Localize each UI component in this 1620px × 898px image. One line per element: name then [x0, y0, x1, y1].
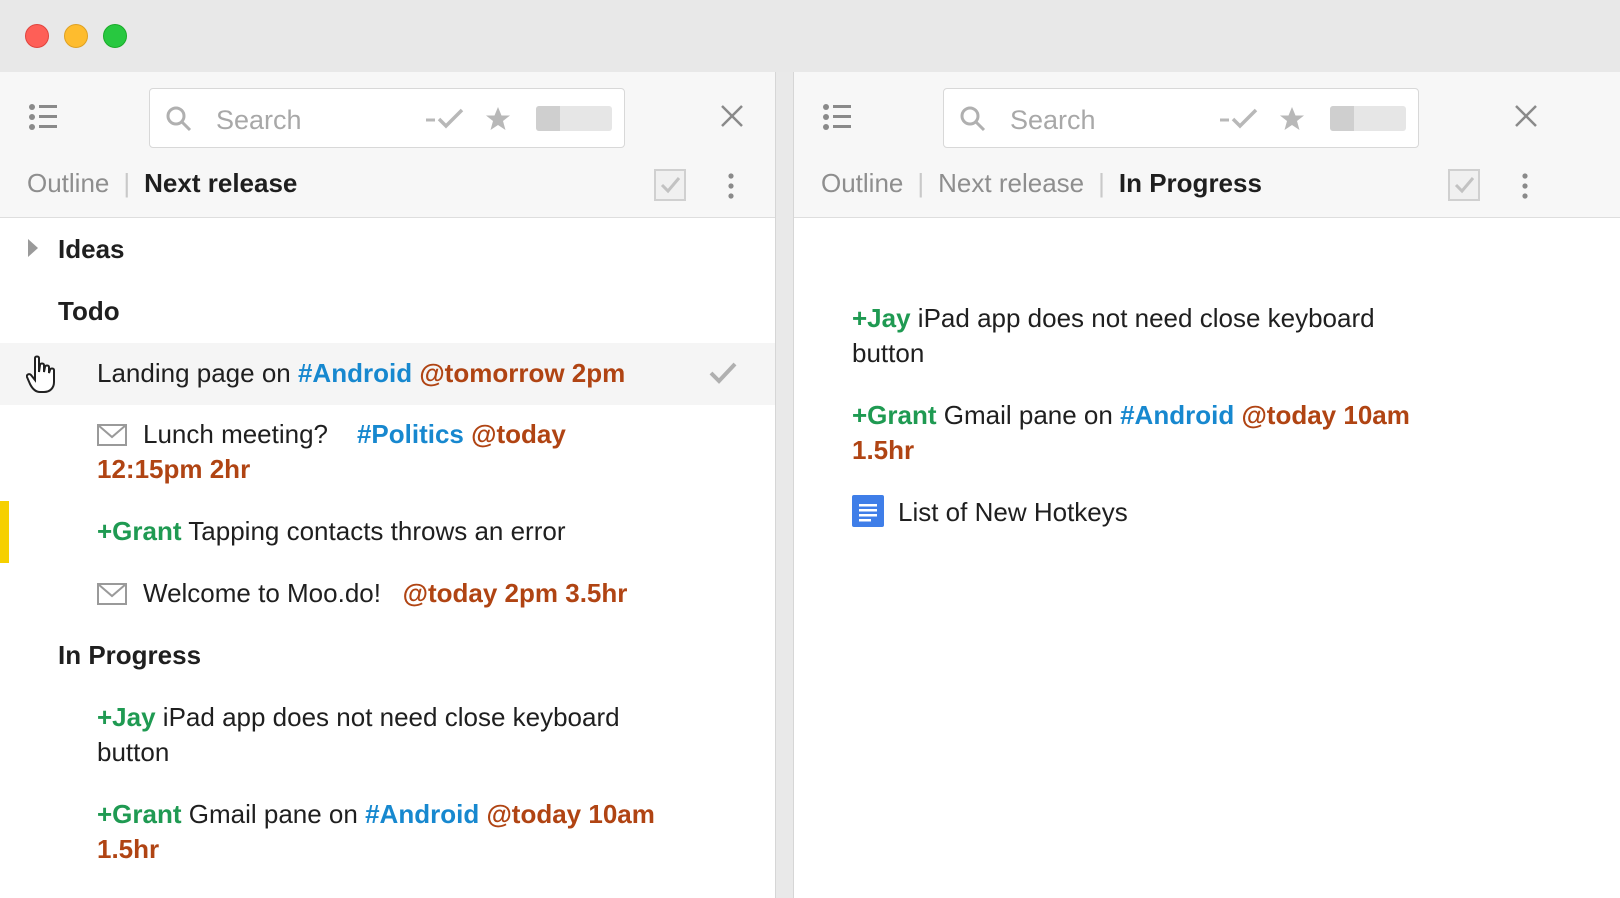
list-item-ideas[interactable]: Ideas: [0, 232, 775, 267]
pane-header: Search Outline | Next release | In Progress: [794, 72, 1620, 218]
date-tag[interactable]: @today: [471, 419, 566, 449]
done-filter-icon[interactable]: [1220, 107, 1260, 131]
expand-arrow-icon[interactable]: [28, 239, 38, 257]
person-tag[interactable]: +Grant: [97, 799, 182, 829]
done-filter-icon[interactable]: [426, 107, 466, 131]
more-icon[interactable]: [1520, 172, 1530, 200]
list-item-grant-tapping[interactable]: +Grant Tapping contacts throws an error: [0, 514, 775, 549]
priority-bar: [0, 501, 9, 563]
breadcrumb-next-release[interactable]: Next release: [938, 168, 1084, 198]
date-tag[interactable]: @today 2pm 3.5hr: [403, 578, 628, 608]
maximize-window-button[interactable]: [103, 24, 127, 48]
list-item-gmail-pane[interactable]: +Grant Gmail pane on #Android @today 10a…: [794, 398, 1620, 470]
close-window-button[interactable]: [25, 24, 49, 48]
title-bar: [0, 0, 1620, 72]
more-icon[interactable]: [726, 172, 736, 200]
list-item-in-progress[interactable]: In Progress: [0, 638, 775, 673]
menu-icon[interactable]: [822, 102, 852, 132]
search-input[interactable]: Search: [216, 105, 302, 136]
right-pane: Search Outline | Next release | In Progress: [793, 72, 1620, 898]
list-item-gmail-pane[interactable]: +Grant Gmail pane on #Android @today 10a…: [0, 797, 775, 869]
pane-header: Search Outline | Next release: [0, 72, 775, 218]
outline-list: +Jay iPad app does not need close keyboa…: [794, 218, 1620, 898]
breadcrumb: Outline | Next release | In Progress: [821, 168, 1262, 198]
document-icon: [852, 495, 884, 527]
outline-list: Ideas Todo Landing page on #Android @tom…: [0, 218, 775, 898]
toggle-switch[interactable]: [536, 106, 612, 131]
checkbox-icon[interactable]: [654, 169, 686, 201]
star-icon[interactable]: [485, 106, 511, 132]
mail-icon: [97, 424, 127, 446]
person-tag[interactable]: +Jay: [97, 702, 156, 732]
person-tag[interactable]: +Grant: [97, 516, 182, 546]
list-item-todo[interactable]: Todo: [0, 294, 775, 329]
checkbox-icon[interactable]: [1448, 169, 1480, 201]
search-box[interactable]: Search: [943, 88, 1419, 148]
hand-cursor-icon: [26, 355, 55, 393]
date-tag[interactable]: 12:15pm 2hr: [97, 452, 250, 487]
toggle-switch[interactable]: [1330, 106, 1406, 131]
list-item-hotkeys[interactable]: List of New Hotkeys: [794, 495, 1620, 530]
search-icon: [960, 106, 986, 132]
check-icon[interactable]: [708, 361, 738, 385]
minimize-window-button[interactable]: [64, 24, 88, 48]
date-tag[interactable]: @today 10am: [1241, 400, 1409, 430]
list-item-landing-page[interactable]: Landing page on #Android @tomorrow 2pm: [0, 343, 775, 405]
close-icon[interactable]: [720, 104, 744, 128]
search-icon: [166, 106, 192, 132]
search-box[interactable]: Search: [149, 88, 625, 148]
breadcrumb-outline[interactable]: Outline: [821, 168, 903, 198]
date-tag[interactable]: @today 10am: [486, 799, 654, 829]
search-input[interactable]: Search: [1010, 105, 1096, 136]
breadcrumb-outline[interactable]: Outline: [27, 168, 109, 198]
breadcrumb: Outline | Next release: [27, 168, 298, 198]
list-item-lunch-meeting[interactable]: Lunch meeting? #Politics @today 12:15pm …: [0, 417, 775, 489]
hash-tag[interactable]: #Android: [1120, 400, 1234, 430]
menu-icon[interactable]: [28, 102, 58, 132]
left-pane: Search Outline | Next release Ideas Todo…: [0, 72, 776, 898]
date-tag[interactable]: 1.5hr: [852, 433, 914, 468]
date-tag[interactable]: @tomorrow 2pm: [419, 358, 625, 388]
mail-icon: [97, 583, 127, 605]
hash-tag[interactable]: #Politics: [357, 419, 464, 449]
date-tag[interactable]: 1.5hr: [97, 832, 159, 867]
close-icon[interactable]: [1514, 104, 1538, 128]
breadcrumb-in-progress[interactable]: In Progress: [1119, 168, 1262, 198]
list-item-welcome[interactable]: Welcome to Moo.do! @today 2pm 3.5hr: [0, 576, 775, 611]
hash-tag[interactable]: #Android: [365, 799, 479, 829]
list-item-jay-ipad[interactable]: +Jay iPad app does not need close keyboa…: [0, 700, 775, 772]
star-icon[interactable]: [1279, 106, 1305, 132]
person-tag[interactable]: +Grant: [852, 400, 937, 430]
app-window: Search Outline | Next release Ideas Todo…: [0, 0, 1620, 898]
person-tag[interactable]: +Jay: [852, 303, 911, 333]
hash-tag[interactable]: #Android: [298, 358, 412, 388]
breadcrumb-next-release[interactable]: Next release: [144, 168, 297, 198]
list-item-jay-ipad[interactable]: +Jay iPad app does not need close keyboa…: [794, 301, 1620, 373]
